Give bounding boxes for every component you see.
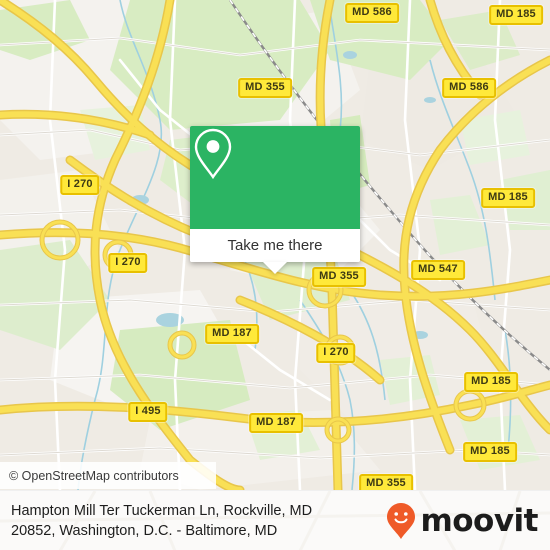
road-shield: I 495	[128, 402, 168, 422]
road-shield: I 270	[60, 175, 100, 195]
address-line-2: 20852, Washington, D.C. - Baltimore, MD	[11, 523, 278, 539]
road-shield: MD 185	[463, 442, 517, 462]
map-pin-icon	[194, 128, 232, 180]
location-popup-card[interactable]: Take me there	[190, 126, 360, 274]
location-address: Hampton Mill Ter Tuckerman Ln, Rockville…	[0, 501, 312, 541]
osm-attribution-label: © OpenStreetMap contributors	[9, 468, 179, 483]
osm-attribution[interactable]: © OpenStreetMap contributors	[0, 462, 216, 489]
road-shield: MD 187	[205, 324, 259, 344]
road-shield: MD 185	[489, 5, 543, 25]
moovit-smiley-pin-icon	[387, 503, 416, 539]
road-shield: I 270	[316, 343, 356, 363]
moovit-brand[interactable]: moovit	[386, 502, 538, 540]
road-shield: MD 355	[238, 78, 292, 98]
road-shield: MD 187	[249, 413, 303, 433]
road-shield: MD 355	[359, 474, 413, 490]
take-me-there-button[interactable]: Take me there	[190, 229, 360, 262]
road-shield: MD 355	[312, 267, 366, 287]
road-shield: I 270	[108, 253, 148, 273]
moovit-wordmark: moovit	[420, 502, 538, 539]
address-line-1: Hampton Mill Ter Tuckerman Ln, Rockville…	[11, 503, 313, 519]
road-shield: MD 185	[481, 188, 535, 208]
map-screenshot: MD 586 MD 185 MD 355 MD 586 I 270 MD 185 I 270…	[0, 0, 550, 550]
road-shield: MD 547	[411, 260, 465, 280]
take-me-there-label: Take me there	[227, 237, 323, 254]
road-shield: MD 586	[345, 3, 399, 23]
footer-bar: Hampton Mill Ter Tuckerman Ln, Rockville…	[0, 490, 550, 550]
popup-pointer-tail	[263, 262, 287, 274]
road-shield: MD 185	[464, 372, 518, 392]
road-shield: MD 586	[442, 78, 496, 98]
map-canvas[interactable]: MD 586 MD 185 MD 355 MD 586 I 270 MD 185 I 270…	[0, 0, 550, 490]
popup-pin-area	[190, 126, 360, 229]
